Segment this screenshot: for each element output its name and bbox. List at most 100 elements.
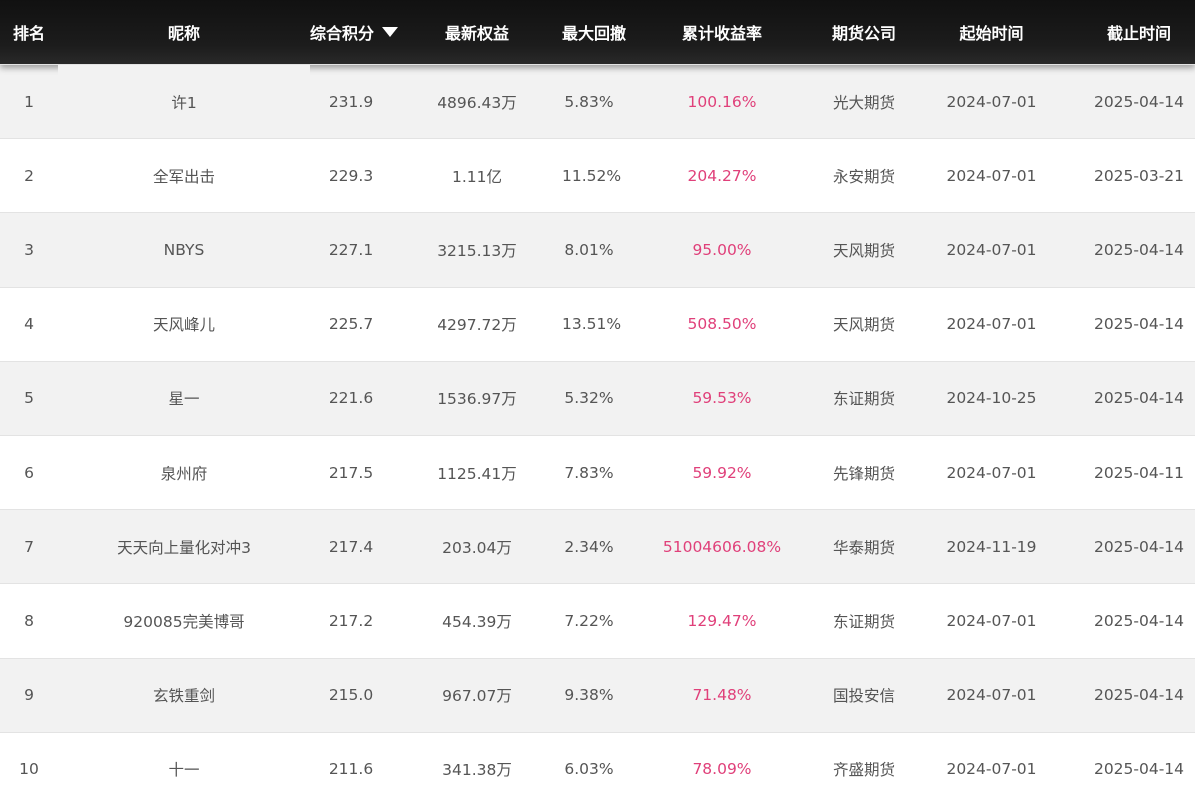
cell-equity: 3215.13万 <box>392 212 562 288</box>
header-company[interactable]: 期货公司 <box>828 0 900 65</box>
cell-cumulative-return: 95.00% <box>616 212 828 288</box>
cell-company: 天风期货 <box>828 212 900 288</box>
table-row[interactable]: 8 920085完美博哥 217.2 454.39万 7.22% 129.47% 东证期货 2… <box>0 583 1195 658</box>
cell-end-date: 2025-03-21 <box>1083 138 1195 213</box>
header-cumulative-return[interactable]: 累计收益率 <box>616 0 828 65</box>
cell-company: 先锋期货 <box>828 434 900 510</box>
cell-start-date: 2024-07-01 <box>900 731 1083 806</box>
cell-cumulative-return: 100.16% <box>616 63 828 139</box>
header-end-date-label: 截止时间 <box>1106 24 1171 43</box>
cell-cumulative-return: 71.48% <box>616 657 828 733</box>
header-equity[interactable]: 最新权益 <box>392 0 562 65</box>
cell-rank: 3 <box>0 212 58 288</box>
cell-equity: 341.38万 <box>392 731 562 806</box>
header-score[interactable]: 综合积分 <box>310 0 399 65</box>
cell-equity: 1.11亿 <box>392 138 562 213</box>
header-company-label: 期货公司 <box>831 24 896 43</box>
cell-rank: 4 <box>0 286 58 362</box>
cell-equity: 1125.41万 <box>392 434 562 510</box>
cell-nickname[interactable]: 天天向上量化对冲3 <box>58 509 310 584</box>
cell-nickname[interactable]: 全军出击 <box>58 138 310 213</box>
table-row[interactable]: 3 NBYS 227.1 3215.13万 8.01% 95.00% 天风期货 2024-07… <box>0 212 1195 288</box>
table-row[interactable]: 5 星一 221.6 1536.97万 5.32% 59.53% 东证期货 2024-10-2… <box>0 360 1195 436</box>
cell-end-date: 2025-04-14 <box>1083 212 1195 288</box>
cell-score: 231.9 <box>310 63 392 139</box>
cell-rank: 10 <box>0 731 58 806</box>
cell-max-drawdown: 11.52% <box>562 138 621 213</box>
cell-cumulative-return: 508.50% <box>616 286 828 362</box>
ranking-table: 排名 昵称 综合积分 最新权益 最大回撤 累计收益率 期货公司 起始时间 截止时… <box>0 0 1195 806</box>
cell-nickname[interactable]: 泉州府 <box>58 434 310 510</box>
cell-company: 国投安信 <box>828 657 900 733</box>
header-max-drawdown-label: 最大回撤 <box>562 24 627 43</box>
cell-nickname[interactable]: 920085完美博哥 <box>58 583 310 658</box>
cell-cumulative-return: 78.09% <box>616 731 828 806</box>
cell-score: 225.7 <box>310 286 392 362</box>
cell-max-drawdown: 9.38% <box>562 657 616 733</box>
cell-equity: 4297.72万 <box>392 286 562 362</box>
cell-end-date: 2025-04-14 <box>1083 657 1195 733</box>
header-rank-label: 排名 <box>12 24 45 43</box>
cell-company: 天风期货 <box>828 286 900 362</box>
cell-nickname[interactable]: 天风峰儿 <box>58 286 310 362</box>
cell-nickname[interactable]: NBYS <box>58 212 310 288</box>
cell-nickname[interactable]: 许1 <box>58 63 310 139</box>
header-rank[interactable]: 排名 <box>0 0 58 65</box>
cell-score: 211.6 <box>310 731 392 806</box>
cell-score: 217.5 <box>310 434 392 510</box>
cell-company: 东证期货 <box>828 360 900 436</box>
cell-rank: 1 <box>0 63 58 139</box>
cell-start-date: 2024-07-01 <box>900 212 1083 288</box>
table-row[interactable]: 1 许1 231.9 4896.43万 5.83% 100.16% 光大期货 2024-07-… <box>0 63 1195 139</box>
table-row[interactable]: 2 全军出击 229.3 1.11亿 11.52% 204.27% 永安期货 2024-07-… <box>0 138 1195 213</box>
cell-max-drawdown: 7.83% <box>562 434 616 510</box>
table-header: 排名 昵称 综合积分 最新权益 最大回撤 累计收益率 期货公司 起始时间 截止时… <box>0 0 1195 65</box>
cell-cumulative-return: 59.53% <box>616 360 828 436</box>
header-nickname-label: 昵称 <box>167 24 200 43</box>
cell-rank: 9 <box>0 657 58 733</box>
cell-end-date: 2025-04-14 <box>1083 286 1195 362</box>
header-start-date[interactable]: 起始时间 <box>900 0 1083 65</box>
cell-company: 永安期货 <box>828 138 900 213</box>
cell-max-drawdown: 5.83% <box>562 63 616 139</box>
cell-start-date: 2024-07-01 <box>900 286 1083 362</box>
cell-cumulative-return: 204.27% <box>616 138 828 213</box>
cell-start-date: 2024-07-01 <box>900 138 1083 213</box>
cell-rank: 5 <box>0 360 58 436</box>
table-row[interactable]: 4 天风峰儿 225.7 4297.72万 13.51% 508.50% 天风期货 2024-… <box>0 286 1195 362</box>
header-end-date[interactable]: 截止时间 <box>1083 0 1195 65</box>
cell-max-drawdown: 5.32% <box>562 360 616 436</box>
table-row[interactable]: 9 玄铁重剑 215.0 967.07万 9.38% 71.48% 国投安信 2024-07-… <box>0 657 1195 733</box>
cell-max-drawdown: 6.03% <box>562 731 616 806</box>
table-row[interactable]: 6 泉州府 217.5 1125.41万 7.83% 59.92% 先锋期货 2024-07-… <box>0 434 1195 510</box>
cell-end-date: 2025-04-14 <box>1083 63 1195 139</box>
header-equity-label: 最新权益 <box>444 24 509 43</box>
table-row[interactable]: 7 天天向上量化对冲3 217.4 203.04万 2.34% 51004606.08% 华… <box>0 509 1195 584</box>
cell-rank: 6 <box>0 434 58 510</box>
cell-score: 227.1 <box>310 212 392 288</box>
cell-company: 齐盛期货 <box>828 731 900 806</box>
table-row[interactable]: 10 十一 211.6 341.38万 6.03% 78.09% 齐盛期货 2024-07-0… <box>0 731 1195 806</box>
cell-nickname[interactable]: 玄铁重剑 <box>58 657 310 733</box>
cell-cumulative-return: 59.92% <box>616 434 828 510</box>
cell-nickname[interactable]: 十一 <box>58 731 310 806</box>
cell-equity: 967.07万 <box>392 657 562 733</box>
cell-score: 229.3 <box>310 138 392 213</box>
cell-equity: 454.39万 <box>392 583 562 658</box>
cell-nickname[interactable]: 星一 <box>58 360 310 436</box>
header-nickname[interactable]: 昵称 <box>58 0 310 65</box>
cell-equity: 4896.43万 <box>392 63 562 139</box>
cell-start-date: 2024-07-01 <box>900 434 1083 510</box>
header-max-drawdown[interactable]: 最大回撤 <box>562 0 626 65</box>
triangle-down-icon[interactable] <box>382 27 399 37</box>
cell-max-drawdown: 8.01% <box>562 212 616 288</box>
cell-score: 217.4 <box>310 509 392 584</box>
cell-end-date: 2025-04-14 <box>1083 509 1195 584</box>
cell-start-date: 2024-11-19 <box>900 509 1083 584</box>
cell-start-date: 2024-07-01 <box>900 583 1083 658</box>
cell-cumulative-return: 51004606.08% <box>616 509 828 584</box>
cell-company: 东证期货 <box>828 583 900 658</box>
header-start-date-label: 起始时间 <box>959 24 1024 43</box>
cell-rank: 8 <box>0 583 58 658</box>
cell-start-date: 2024-07-01 <box>900 657 1083 733</box>
